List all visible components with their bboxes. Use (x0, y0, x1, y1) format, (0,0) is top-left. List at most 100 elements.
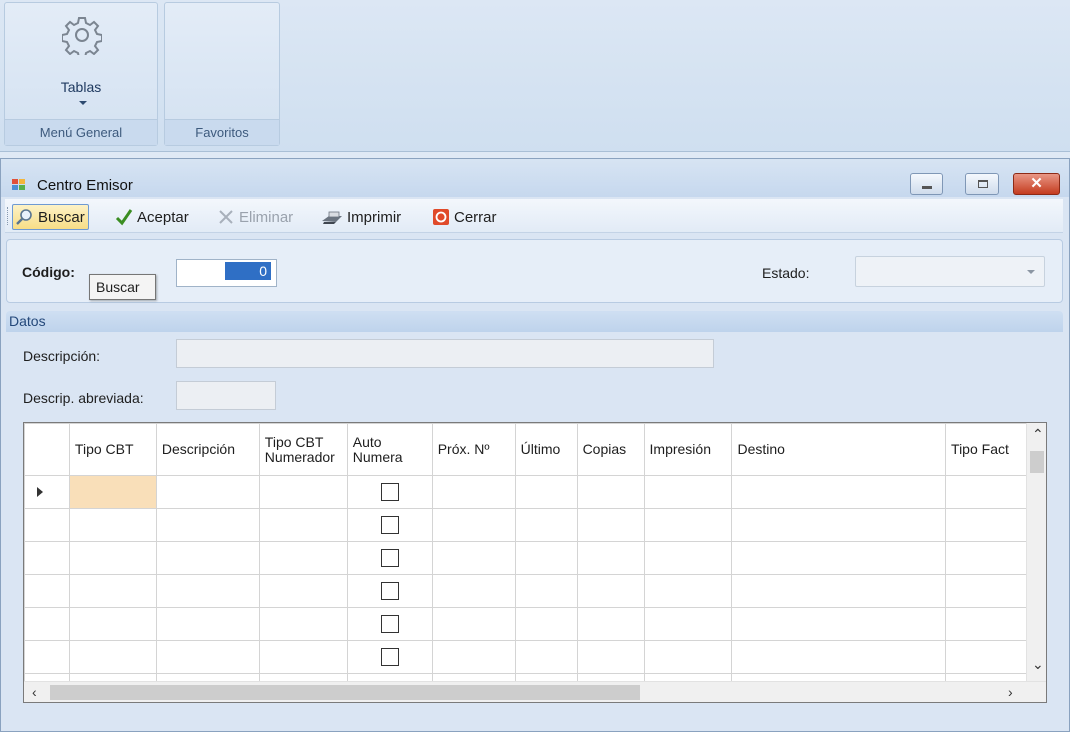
eliminar-button[interactable]: Eliminar (217, 204, 293, 230)
vertical-scroll-thumb[interactable] (1030, 451, 1044, 473)
grid-cell[interactable] (431, 607, 516, 641)
grid-cell[interactable] (643, 607, 733, 641)
grid-cell[interactable] (68, 574, 157, 608)
grid-cell[interactable] (258, 475, 348, 509)
scroll-down-icon[interactable]: ⌄ (1032, 657, 1044, 671)
grid-cell[interactable] (68, 640, 157, 674)
grid-cell[interactable] (431, 541, 516, 575)
buscar-button[interactable]: Buscar (12, 204, 89, 230)
aceptar-button[interactable]: Aceptar (115, 204, 189, 230)
minimize-button[interactable] (910, 173, 943, 195)
grid-cell[interactable] (431, 640, 516, 674)
grid-cell[interactable] (643, 508, 733, 542)
table-row[interactable] (24, 508, 1046, 542)
grid-cell[interactable] (576, 541, 645, 575)
grid-cell[interactable] (155, 640, 260, 674)
grid-cell[interactable] (576, 607, 645, 641)
table-row[interactable] (24, 541, 1046, 575)
column-header[interactable]: Descripción (155, 423, 260, 476)
grid-cell[interactable] (731, 541, 947, 575)
auto-numera-checkbox[interactable] (380, 516, 399, 535)
table-row[interactable] (24, 574, 1046, 608)
grid-cell[interactable] (731, 508, 947, 542)
grid-cell[interactable] (258, 640, 348, 674)
row-header[interactable] (24, 574, 70, 608)
imprimir-button[interactable]: Imprimir (321, 204, 401, 230)
grid-cell[interactable] (643, 541, 733, 575)
column-header[interactable]: Impresión (643, 423, 733, 476)
grid-cell[interactable] (68, 508, 157, 542)
grid-cell[interactable] (514, 541, 578, 575)
grid-cell[interactable] (731, 475, 947, 509)
grid-cell[interactable] (68, 475, 157, 509)
grid-cell[interactable] (731, 607, 947, 641)
grid-cell[interactable] (431, 475, 516, 509)
grid-cell[interactable] (514, 475, 578, 509)
scroll-left-icon[interactable]: ‹ (32, 685, 37, 699)
descrip-abreviada-field[interactable] (176, 381, 276, 410)
auto-numera-checkbox[interactable] (380, 549, 399, 568)
column-header[interactable]: Tipo CBT (68, 423, 157, 476)
grid-cell[interactable] (731, 574, 947, 608)
grid-cell[interactable] (346, 475, 433, 509)
grid-cell[interactable] (258, 574, 348, 608)
window-titlebar[interactable]: Centro Emisor ✕ (1, 159, 1069, 197)
auto-numera-checkbox[interactable] (380, 483, 399, 502)
grid-cell[interactable] (346, 508, 433, 542)
grid-cell[interactable] (731, 640, 947, 674)
tablas-button[interactable]: Tablas (5, 9, 157, 115)
grid-cell[interactable] (431, 508, 516, 542)
grid-cell[interactable] (576, 574, 645, 608)
vertical-scrollbar[interactable]: ⌃ ⌄ (1026, 423, 1046, 682)
auto-numera-checkbox[interactable] (380, 582, 399, 601)
table-row[interactable] (24, 640, 1046, 674)
grid-cell[interactable] (155, 607, 260, 641)
column-header[interactable]: Próx. Nº (431, 423, 516, 476)
table-row[interactable] (24, 607, 1046, 641)
grid-cell[interactable] (431, 574, 516, 608)
maximize-button[interactable] (965, 173, 999, 195)
grid-cell[interactable] (514, 640, 578, 674)
column-header[interactable]: Tipo CBT Numerador (258, 423, 348, 476)
data-grid[interactable]: Tipo CBT Descripción Tipo CBT Numerador Auto… (23, 422, 1047, 703)
row-header[interactable] (24, 607, 70, 641)
grid-cell[interactable] (68, 541, 157, 575)
grid-cell[interactable] (258, 508, 348, 542)
grid-cell[interactable] (68, 607, 157, 641)
grid-cell[interactable] (346, 541, 433, 575)
auto-numera-checkbox[interactable] (380, 615, 399, 634)
horizontal-scroll-thumb[interactable] (50, 685, 640, 700)
grid-cell[interactable] (258, 541, 348, 575)
grid-cell[interactable] (643, 574, 733, 608)
grid-cell[interactable] (514, 508, 578, 542)
grid-cell[interactable] (514, 574, 578, 608)
row-header[interactable] (24, 475, 70, 509)
grid-cell[interactable] (155, 508, 260, 542)
grid-cell[interactable] (155, 574, 260, 608)
grid-cell[interactable] (643, 475, 733, 509)
row-header[interactable] (24, 640, 70, 674)
column-header[interactable]: Último (514, 423, 578, 476)
horizontal-scrollbar[interactable]: ‹ › (24, 681, 1046, 702)
grid-cell[interactable] (346, 640, 433, 674)
auto-numera-checkbox[interactable] (380, 648, 399, 667)
estado-select[interactable] (855, 256, 1045, 287)
grid-cell[interactable] (346, 607, 433, 641)
column-header[interactable]: Destino (731, 423, 947, 476)
grid-cell[interactable] (576, 475, 645, 509)
cerrar-button[interactable]: Cerrar (432, 204, 497, 230)
descripcion-field[interactable] (176, 339, 714, 368)
close-button[interactable]: ✕ (1013, 173, 1060, 195)
scroll-right-icon[interactable]: › (1008, 685, 1013, 699)
table-row[interactable] (24, 475, 1046, 509)
column-header[interactable]: Auto Numera (346, 423, 433, 476)
grid-cell[interactable] (576, 640, 645, 674)
grid-cell[interactable] (514, 607, 578, 641)
grid-cell[interactable] (155, 541, 260, 575)
column-header[interactable]: Copias (576, 423, 645, 476)
codigo-input[interactable]: 0 (176, 259, 277, 287)
row-header[interactable] (24, 508, 70, 542)
grid-cell[interactable] (258, 607, 348, 641)
grid-cell[interactable] (346, 574, 433, 608)
grid-cell[interactable] (155, 475, 260, 509)
